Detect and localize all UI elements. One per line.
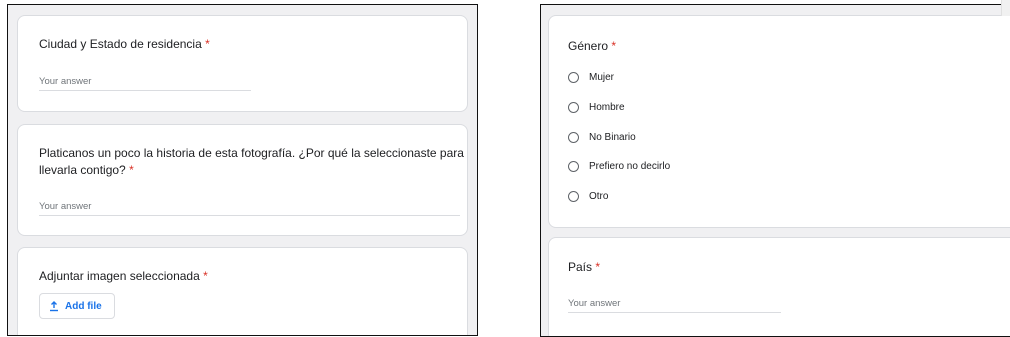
country-question-card: País * Your answer bbox=[548, 237, 1010, 336]
radio-label: Otro bbox=[589, 191, 609, 202]
radio-button[interactable] bbox=[568, 191, 579, 202]
add-file-label: Add file bbox=[65, 300, 102, 312]
radio-label: No Binario bbox=[589, 132, 636, 143]
radio-option-mujer[interactable]: Mujer bbox=[568, 72, 614, 83]
radio-option-hombre[interactable]: Hombre bbox=[568, 102, 625, 113]
right-form-panel: Género * Mujer Hombre No Binario Prefier… bbox=[540, 4, 1010, 337]
radio-button[interactable] bbox=[568, 72, 579, 83]
required-asterisk: * bbox=[205, 37, 210, 51]
gender-question-card: Género * Mujer Hombre No Binario Prefier… bbox=[548, 15, 1010, 228]
required-asterisk: * bbox=[203, 269, 208, 283]
radio-label: Mujer bbox=[589, 72, 615, 83]
required-asterisk: * bbox=[129, 163, 134, 177]
radio-label: Hombre bbox=[589, 102, 625, 113]
city-question-title: Ciudad y Estado de residencia * bbox=[39, 37, 210, 51]
story-answer-input[interactable]: Your answer bbox=[39, 201, 460, 216]
country-answer-input[interactable]: Your answer bbox=[568, 298, 781, 313]
image-question-title: Adjuntar imagen seleccionada * bbox=[39, 269, 208, 283]
radio-button[interactable] bbox=[568, 161, 579, 172]
required-asterisk: * bbox=[611, 39, 617, 53]
story-question-card: Platicanos un poco la historia de esta f… bbox=[17, 124, 468, 236]
add-file-button[interactable]: Add file bbox=[39, 293, 115, 319]
scrollbar[interactable] bbox=[1001, 0, 1010, 16]
country-question-title: País * bbox=[568, 260, 601, 274]
required-asterisk: * bbox=[595, 260, 601, 274]
gender-question-title: Género * bbox=[568, 39, 617, 53]
radio-option-no-binario[interactable]: No Binario bbox=[568, 132, 636, 143]
radio-option-otro[interactable]: Otro bbox=[568, 191, 608, 202]
upload-icon bbox=[50, 300, 58, 311]
left-form-panel: Ciudad y Estado de residencia * Your ans… bbox=[7, 4, 478, 336]
story-question-title: Platicanos un poco la historia de esta f… bbox=[39, 146, 464, 177]
radio-button[interactable] bbox=[568, 132, 579, 143]
city-answer-input[interactable]: Your answer bbox=[39, 76, 251, 91]
image-question-card: Adjuntar imagen seleccionada * Add file bbox=[17, 247, 468, 335]
radio-option-prefiero-no-decirlo[interactable]: Prefiero no decirlo bbox=[568, 161, 670, 172]
radio-button[interactable] bbox=[568, 102, 579, 113]
city-question-card: Ciudad y Estado de residencia * Your ans… bbox=[17, 15, 468, 112]
radio-label: Prefiero no decirlo bbox=[589, 161, 671, 172]
